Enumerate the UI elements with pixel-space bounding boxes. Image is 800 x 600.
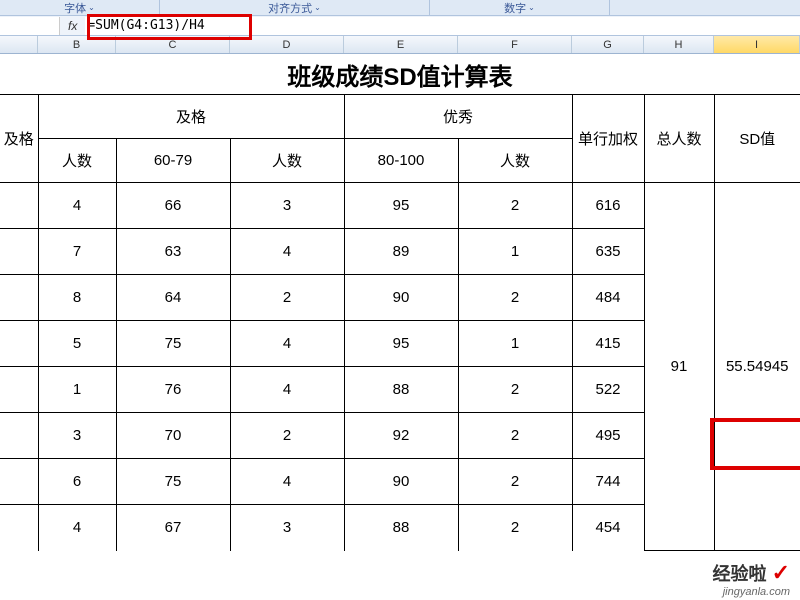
col-header-h[interactable]: H — [644, 36, 714, 53]
cell[interactable]: 4 — [230, 459, 344, 505]
header-jige-partial[interactable]: 及格 — [0, 95, 38, 183]
spreadsheet-area[interactable]: 班级成绩SD值计算表 及格 及格 优秀 单行加权 总人数 SD值 人数 60-7… — [0, 54, 800, 551]
cell[interactable]: 8 — [38, 275, 116, 321]
cell[interactable]: 4 — [38, 183, 116, 229]
cell[interactable]: 635 — [572, 229, 644, 275]
cell[interactable]: 89 — [344, 229, 458, 275]
col-header-i[interactable]: I — [714, 36, 800, 53]
ribbon-align-label[interactable]: 对齐方式⌄ — [160, 0, 430, 15]
cell[interactable] — [0, 229, 38, 275]
fx-icon[interactable]: fx — [60, 19, 85, 33]
header-zongren[interactable]: 总人数 — [644, 95, 714, 183]
cell[interactable]: 2 — [458, 505, 572, 551]
header-sdzhi[interactable]: SD值 — [714, 95, 800, 183]
cell[interactable]: 2 — [458, 367, 572, 413]
watermark-text: 经验啦 — [713, 564, 767, 584]
cell[interactable]: 2 — [458, 275, 572, 321]
name-box[interactable] — [0, 17, 60, 35]
check-icon: ✓ — [772, 560, 790, 585]
cell[interactable]: 76 — [116, 367, 230, 413]
cell-sd-value[interactable]: 55.54945 — [714, 183, 800, 551]
cell[interactable]: 92 — [344, 413, 458, 459]
cell[interactable]: 95 — [344, 183, 458, 229]
col-header-a[interactable] — [0, 36, 38, 53]
cell[interactable]: 415 — [572, 321, 644, 367]
formula-bar: fx — [0, 16, 800, 36]
cell[interactable]: 454 — [572, 505, 644, 551]
cell[interactable]: 95 — [344, 321, 458, 367]
ribbon-number-label[interactable]: 数字⌄ — [430, 0, 610, 15]
cell[interactable]: 6 — [38, 459, 116, 505]
cell[interactable]: 1 — [458, 229, 572, 275]
cell[interactable]: 5 — [38, 321, 116, 367]
col-header-e[interactable]: E — [344, 36, 458, 53]
page-title: 班级成绩SD值计算表 — [0, 54, 800, 94]
cell[interactable]: 2 — [458, 413, 572, 459]
cell-total-h[interactable]: 91 — [644, 183, 714, 551]
col-header-c[interactable]: C — [116, 36, 230, 53]
cell[interactable]: 66 — [116, 183, 230, 229]
watermark-url: jingyanla.com — [713, 586, 790, 598]
cell[interactable]: 2 — [458, 459, 572, 505]
watermark: 经验啦 ✓ jingyanla.com — [713, 560, 790, 598]
cell[interactable] — [0, 505, 38, 551]
cell[interactable] — [0, 275, 38, 321]
dropdown-indicator-icon: ⌄ — [314, 3, 321, 12]
dropdown-indicator-icon: ⌄ — [88, 3, 95, 12]
cell[interactable]: 90 — [344, 459, 458, 505]
cell[interactable]: 88 — [344, 505, 458, 551]
cell[interactable]: 1 — [458, 321, 572, 367]
cell[interactable]: 3 — [38, 413, 116, 459]
cell[interactable] — [0, 459, 38, 505]
col-header-g[interactable]: G — [572, 36, 644, 53]
ribbon-group-labels: 字体⌄ 对齐方式⌄ 数字⌄ — [0, 0, 800, 16]
cell[interactable]: 90 — [344, 275, 458, 321]
cell[interactable]: 2 — [230, 413, 344, 459]
cell[interactable]: 70 — [116, 413, 230, 459]
cell[interactable]: 4 — [230, 229, 344, 275]
data-table: 及格 及格 优秀 单行加权 总人数 SD值 人数 60-79 人数 80-100… — [0, 94, 800, 551]
header-range1[interactable]: 60-79 — [116, 139, 230, 183]
cell[interactable]: 64 — [116, 275, 230, 321]
cell[interactable]: 63 — [116, 229, 230, 275]
cell[interactable]: 75 — [116, 459, 230, 505]
header-youxiu[interactable]: 优秀 — [344, 95, 572, 139]
cell[interactable]: 4 — [230, 367, 344, 413]
cell[interactable]: 3 — [230, 183, 344, 229]
header-danhang[interactable]: 单行加权 — [572, 95, 644, 183]
col-header-b[interactable]: B — [38, 36, 116, 53]
dropdown-indicator-icon: ⌄ — [528, 3, 535, 12]
cell[interactable]: 616 — [572, 183, 644, 229]
cell[interactable] — [0, 367, 38, 413]
cell[interactable]: 88 — [344, 367, 458, 413]
ribbon-font-label[interactable]: 字体⌄ — [0, 0, 160, 15]
cell[interactable] — [0, 183, 38, 229]
cell[interactable]: 744 — [572, 459, 644, 505]
col-header-d[interactable]: D — [230, 36, 344, 53]
cell[interactable] — [0, 321, 38, 367]
header-renshu-1[interactable]: 人数 — [38, 139, 116, 183]
cell[interactable]: 4 — [230, 321, 344, 367]
cell[interactable]: 3 — [230, 505, 344, 551]
cell[interactable]: 484 — [572, 275, 644, 321]
cell[interactable]: 522 — [572, 367, 644, 413]
header-renshu-2[interactable]: 人数 — [230, 139, 344, 183]
cell[interactable]: 2 — [230, 275, 344, 321]
header-renshu-3[interactable]: 人数 — [458, 139, 572, 183]
formula-input[interactable] — [85, 17, 800, 35]
cell[interactable]: 4 — [38, 505, 116, 551]
cell[interactable]: 1 — [38, 367, 116, 413]
cell[interactable]: 67 — [116, 505, 230, 551]
cell[interactable] — [0, 413, 38, 459]
cell[interactable]: 495 — [572, 413, 644, 459]
header-jige[interactable]: 及格 — [38, 95, 344, 139]
cell[interactable]: 75 — [116, 321, 230, 367]
col-header-f[interactable]: F — [458, 36, 572, 53]
cell[interactable]: 7 — [38, 229, 116, 275]
column-headers: B C D E F G H I — [0, 36, 800, 54]
header-range2[interactable]: 80-100 — [344, 139, 458, 183]
cell[interactable]: 2 — [458, 183, 572, 229]
